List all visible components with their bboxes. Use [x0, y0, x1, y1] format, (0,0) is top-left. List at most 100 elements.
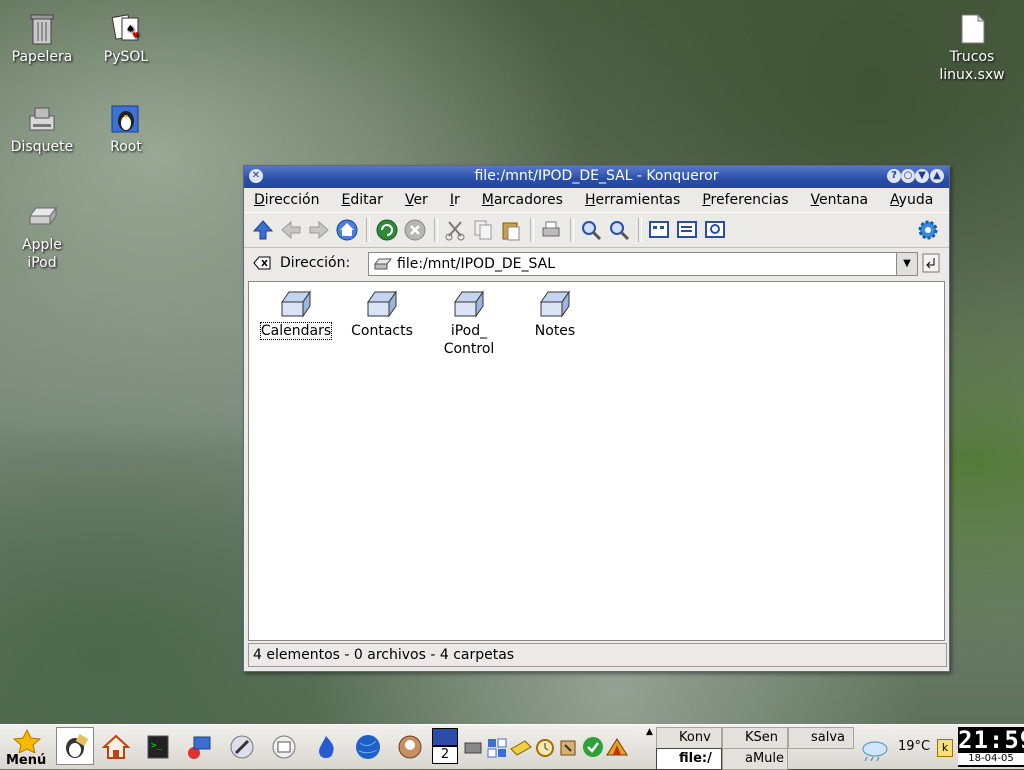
reload-icon[interactable] [374, 217, 400, 243]
task-konqueror[interactable]: file:/ [656, 748, 722, 770]
folder-item[interactable]: iPod_ Control [427, 288, 511, 358]
toolbar-separator [570, 218, 574, 242]
weather-icon[interactable] [858, 731, 890, 763]
clock[interactable]: 21:59 18-04-05 [958, 727, 1024, 767]
menu-ayuda[interactable]: Ayuda [890, 192, 933, 208]
menu-ver[interactable]: Ver [405, 192, 428, 208]
game-icon[interactable] [394, 731, 426, 763]
notes-icon[interactable] [508, 731, 534, 763]
print-icon[interactable] [538, 217, 564, 243]
location-value: file:/mnt/IPOD_DE_SAL [397, 256, 555, 272]
desktop-icon-label-line2: iPod [27, 255, 57, 271]
folder-name-line1: iPod_ [450, 323, 488, 339]
toolbar-separator [530, 218, 534, 242]
location-bar: Dirección: file:/mnt/IPOD_DE_SAL ▼ [244, 248, 949, 278]
main-toolbar [244, 212, 949, 248]
zoom-in-icon[interactable] [578, 217, 604, 243]
copy-icon[interactable] [470, 217, 496, 243]
window-title: file:/mnt/IPOD_DE_SAL - Konqueror [474, 168, 719, 184]
keyboard-layout-icon[interactable]: k [937, 739, 953, 757]
document-icon [961, 13, 986, 44]
task-ksensors[interactable]: KSen [722, 727, 788, 749]
maximize-button[interactable]: ▲ [930, 169, 944, 183]
menu-label: Menú [6, 753, 47, 768]
paste-icon[interactable] [498, 217, 524, 243]
tools-icon[interactable] [556, 731, 582, 763]
menu-direccion[interactable]: Dirección [254, 192, 319, 208]
location-dropdown-button[interactable]: ▼ [896, 253, 917, 275]
toolbar-separator [366, 218, 370, 242]
folder-name: Calendars [259, 322, 333, 340]
check-icon[interactable] [580, 731, 606, 763]
task-konversation[interactable]: Konv [656, 727, 722, 749]
desktop-pager[interactable]: 2 [432, 728, 458, 766]
temperature-readout: 19°C [898, 739, 931, 754]
desktop-icon-apple-ipod[interactable]: Apple iPod [0, 200, 84, 272]
svg-text:♥: ♥ [132, 31, 139, 40]
screenshot-icon[interactable] [268, 731, 300, 763]
scroll-up-icon[interactable]: ▲ [646, 727, 654, 743]
drive-icon [29, 206, 57, 226]
window-titlebar[interactable]: ✕ file:/mnt/IPOD_DE_SAL - Konqueror ? ○ … [244, 166, 949, 188]
folder-name-line2: Control [443, 341, 495, 357]
folder-item[interactable]: Contacts [340, 288, 424, 340]
alarm-clock-icon[interactable] [532, 731, 558, 763]
up-arrow-icon[interactable] [250, 217, 276, 243]
trash-icon [30, 14, 54, 45]
home-folder-icon[interactable] [100, 731, 132, 763]
settings-gear-icon[interactable] [915, 217, 941, 243]
task-salva[interactable]: salva [788, 727, 854, 749]
globe-icon[interactable] [352, 731, 384, 763]
network-icon[interactable] [184, 731, 216, 763]
desktop-icon-label: Disquete [10, 139, 74, 155]
preview-icon[interactable] [702, 217, 728, 243]
help-button[interactable]: ? [887, 169, 901, 183]
flame-icon[interactable] [310, 731, 342, 763]
desktop-icon-pysol[interactable]: ♠ ♥ PySOL [84, 12, 168, 66]
pager-desktop-1[interactable] [432, 728, 458, 746]
forward-arrow-icon[interactable] [306, 217, 332, 243]
desktop-icon-disquete[interactable]: Disquete [0, 102, 84, 156]
show-desktop-icon[interactable] [56, 727, 94, 765]
editor-icon[interactable] [226, 731, 258, 763]
menu-editar[interactable]: Editar [341, 192, 382, 208]
tray-app-icon[interactable] [460, 731, 486, 763]
location-label: Dirección: [280, 255, 351, 271]
svg-text:>_: >_ [151, 741, 162, 751]
pager-desktop-2[interactable]: 2 [432, 746, 458, 764]
menu-marcadores[interactable]: Marcadores [482, 192, 563, 208]
location-input[interactable]: file:/mnt/IPOD_DE_SAL ▼ [368, 252, 918, 276]
k-menu-button[interactable]: Menú [4, 729, 52, 768]
back-arrow-icon[interactable] [278, 217, 304, 243]
stop-icon[interactable] [402, 217, 428, 243]
sticky-button[interactable]: ○ [901, 169, 915, 183]
toolbar-separator [638, 218, 642, 242]
tent-icon[interactable] [604, 731, 630, 763]
icon-view-icon[interactable] [646, 217, 672, 243]
task-label: aMule [745, 751, 785, 766]
task-amule[interactable]: aMule [722, 748, 788, 770]
task-label: KSen [745, 730, 779, 745]
window-list-icon[interactable] [484, 731, 510, 763]
menu-preferencias[interactable]: Preferencias [702, 192, 788, 208]
minimize-button[interactable]: ▼ [915, 169, 929, 183]
clear-location-icon[interactable] [252, 254, 272, 272]
menu-ventana[interactable]: Ventana [811, 192, 869, 208]
file-view[interactable]: Calendars Contacts iPod_ Control Notes [248, 281, 945, 641]
tree-view-icon[interactable] [674, 217, 700, 243]
desktop-icon-papelera[interactable]: Papelera [0, 12, 84, 66]
desktop-icon-root[interactable]: Root [84, 102, 168, 156]
go-icon[interactable] [922, 253, 940, 273]
folder-item[interactable]: Calendars [254, 288, 338, 340]
zoom-out-icon[interactable] [606, 217, 632, 243]
desktop-icon-label-line2: linux.sxw [939, 67, 1005, 83]
folder-item[interactable]: Notes [513, 288, 597, 340]
cut-icon[interactable] [442, 217, 468, 243]
task-label: file:/ [679, 751, 712, 766]
desktop-icon-trucos[interactable]: Trucos linux.sxw [930, 12, 1014, 84]
menu-herramientas[interactable]: Herramientas [585, 192, 680, 208]
home-icon[interactable] [334, 217, 360, 243]
terminal-icon[interactable]: >_ [142, 731, 174, 763]
menu-ir[interactable]: Ir [450, 192, 460, 208]
folder-name: Notes [534, 323, 576, 339]
